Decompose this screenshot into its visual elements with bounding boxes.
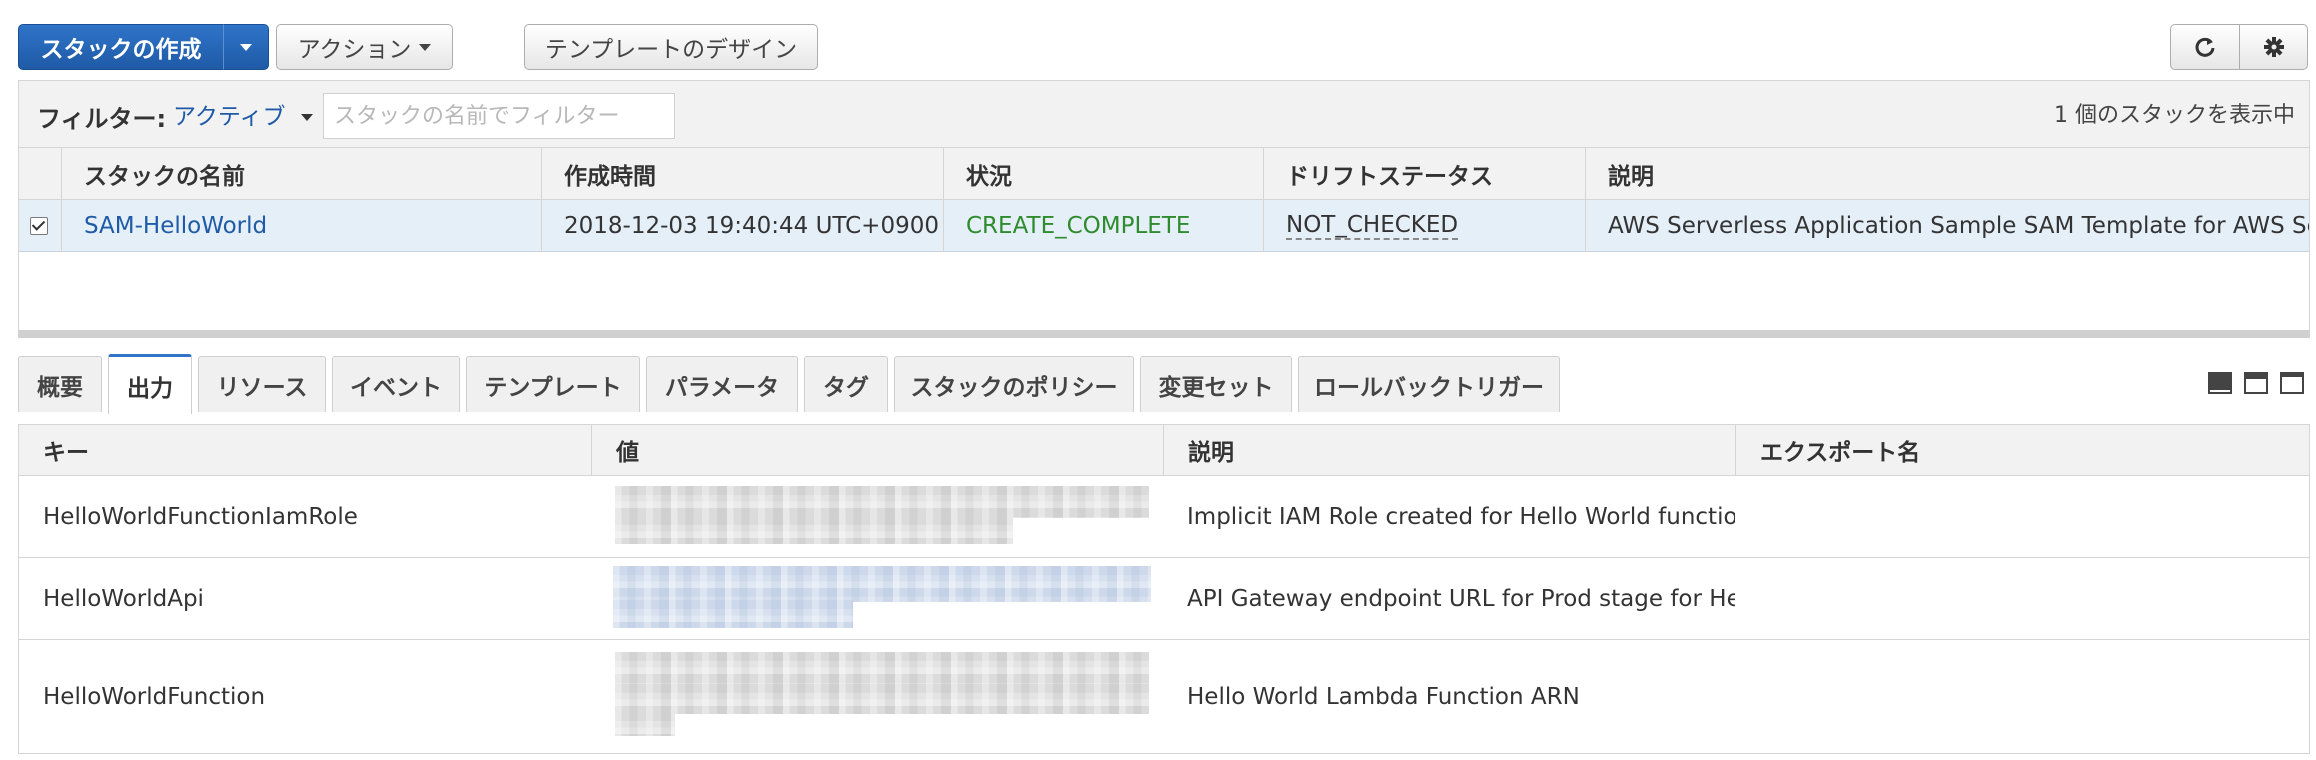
panel-split-icon[interactable] bbox=[2244, 372, 2268, 394]
stack-status: CREATE_COMPLETE bbox=[943, 200, 1263, 252]
tab-events[interactable]: イベント bbox=[332, 356, 460, 412]
column-header-status[interactable]: 状況 bbox=[943, 148, 1263, 200]
tab-parameters[interactable]: パラメータ bbox=[646, 356, 798, 412]
column-header-stack-name[interactable]: スタックの名前 bbox=[61, 148, 541, 200]
design-template-button[interactable]: テンプレートのデザイン bbox=[524, 24, 818, 70]
stack-name-link[interactable]: SAM-HelloWorld bbox=[61, 200, 541, 252]
row-select-cell bbox=[19, 200, 61, 252]
output-value-redacted bbox=[615, 516, 1013, 544]
output-description: API Gateway endpoint URL for Prod stage … bbox=[1187, 585, 1735, 612]
stack-table-header: スタックの名前 作成時間 状況 ドリフトステータス 説明 bbox=[18, 148, 2310, 200]
design-template-label: テンプレートのデザイン bbox=[544, 37, 798, 63]
column-header-output-description: 説明 bbox=[1163, 425, 1735, 475]
output-value-redacted bbox=[615, 486, 1149, 518]
stack-count-text: 1 個のスタックを表示中 bbox=[2054, 103, 2295, 128]
stack-drift-status-cell: NOT_CHECKED bbox=[1263, 200, 1585, 252]
filter-status-value: アクティブ bbox=[173, 104, 286, 130]
chevron-down-icon bbox=[300, 114, 313, 121]
create-stack-label: スタックの作成 bbox=[40, 37, 202, 63]
stack-created-time: 2018-12-03 19:40:44 UTC+0900 bbox=[541, 200, 943, 252]
column-header-drift[interactable]: ドリフトステータス bbox=[1263, 148, 1585, 200]
output-key: HelloWorldFunctionIamRole bbox=[43, 503, 358, 530]
pane-splitter[interactable] bbox=[18, 330, 2310, 338]
chevron-down-icon bbox=[240, 43, 252, 51]
stack-description: AWS Serverless Application Sample SAM Te… bbox=[1585, 200, 2309, 252]
column-header-created[interactable]: 作成時間 bbox=[541, 148, 943, 200]
tab-change-sets[interactable]: 変更セット bbox=[1140, 356, 1292, 412]
column-header-description[interactable]: 説明 bbox=[1585, 148, 2309, 200]
table-row: HelloWorldApi API Gateway endpoint URL f… bbox=[18, 558, 2310, 640]
stack-name-filter-input[interactable] bbox=[323, 93, 675, 139]
gear-icon bbox=[2263, 37, 2284, 57]
filter-bar: フィルター: アクティブ 1 個のスタックを表示中 bbox=[18, 80, 2310, 148]
panel-minimize-icon[interactable] bbox=[2208, 372, 2232, 394]
refresh-button[interactable] bbox=[2170, 24, 2240, 70]
filter-status-dropdown[interactable]: アクティブ bbox=[173, 97, 313, 131]
outputs-table-header: キー 値 説明 エクスポート名 bbox=[18, 424, 2310, 476]
output-key: HelloWorldApi bbox=[43, 585, 204, 612]
tab-stack-policy[interactable]: スタックのポリシー bbox=[894, 356, 1134, 412]
column-header-value: 値 bbox=[591, 425, 1163, 475]
column-header-export-name: エクスポート名 bbox=[1735, 425, 2309, 475]
table-row: HelloWorldFunction Hello World Lambda Fu… bbox=[18, 640, 2310, 754]
output-description: Hello World Lambda Function ARN bbox=[1187, 683, 1580, 710]
output-key: HelloWorldFunction bbox=[43, 683, 266, 710]
output-value-redacted bbox=[615, 712, 675, 736]
create-stack-button[interactable]: スタックの作成 bbox=[18, 24, 224, 70]
refresh-icon bbox=[2195, 37, 2215, 57]
filter-label: フィルター: bbox=[37, 105, 167, 133]
row-checkbox[interactable] bbox=[30, 217, 48, 235]
tab-template[interactable]: テンプレート bbox=[466, 356, 640, 412]
panel-maximize-icon[interactable] bbox=[2280, 372, 2304, 394]
tab-rollback-triggers[interactable]: ロールバックトリガー bbox=[1298, 356, 1560, 412]
create-stack-dropdown-button[interactable] bbox=[223, 24, 269, 70]
tab-tags[interactable]: タグ bbox=[804, 356, 888, 412]
tab-overview[interactable]: 概要 bbox=[18, 356, 102, 412]
output-value-redacted bbox=[615, 652, 1149, 686]
tab-outputs[interactable]: 出力 bbox=[108, 354, 192, 414]
table-row[interactable]: SAM-HelloWorld 2018-12-03 19:40:44 UTC+0… bbox=[18, 200, 2310, 252]
actions-label: アクション bbox=[297, 37, 412, 63]
column-header-key: キー bbox=[43, 440, 89, 466]
settings-button[interactable] bbox=[2240, 24, 2308, 70]
stack-table-empty-area bbox=[18, 252, 2310, 332]
output-description: Implicit IAM Role created for Hello Worl… bbox=[1187, 503, 1735, 530]
stack-drift-status[interactable]: NOT_CHECKED bbox=[1286, 212, 1459, 240]
output-value-redacted bbox=[615, 684, 1149, 714]
tab-resources[interactable]: リソース bbox=[198, 356, 326, 412]
select-column-header bbox=[19, 148, 61, 200]
table-row: HelloWorldFunctionIamRole Implicit IAM R… bbox=[18, 476, 2310, 558]
output-value-redacted-link[interactable] bbox=[613, 600, 853, 628]
chevron-down-icon bbox=[419, 43, 432, 51]
actions-button[interactable]: アクション bbox=[276, 24, 453, 70]
output-value-redacted-link[interactable] bbox=[613, 566, 1151, 602]
